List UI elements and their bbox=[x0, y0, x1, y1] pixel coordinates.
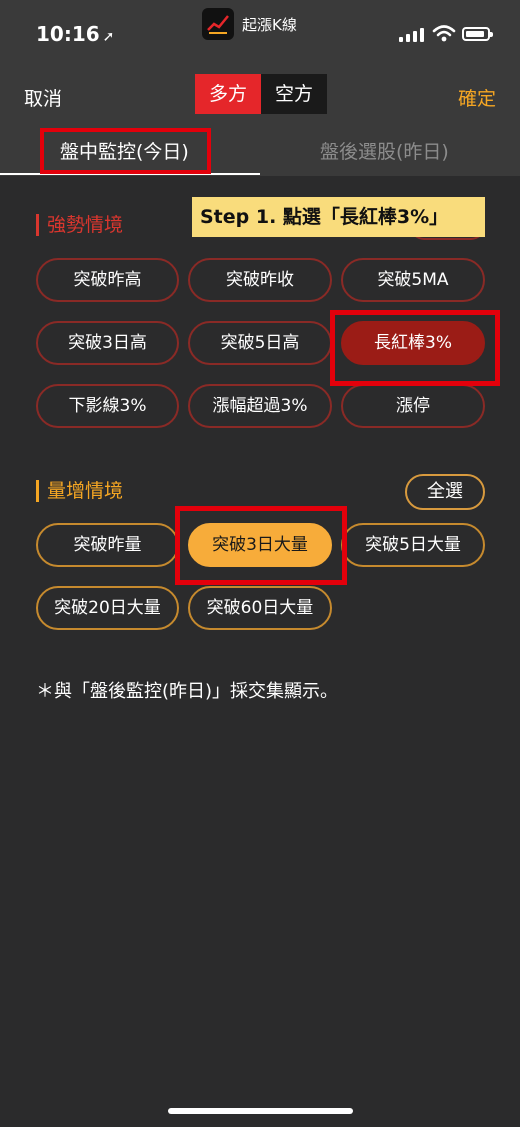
chip-break-5day-volume[interactable]: 突破5日大量 bbox=[341, 523, 485, 567]
cancel-button[interactable]: 取消 bbox=[24, 84, 62, 111]
chip-break-prev-high[interactable]: 突破昨高 bbox=[36, 258, 179, 302]
chip-limit-up[interactable]: 漲停 bbox=[341, 384, 485, 428]
app-indicator: 起漲K線 bbox=[202, 8, 297, 40]
signal-icon bbox=[399, 28, 424, 42]
segment-short[interactable]: 空方 bbox=[261, 74, 327, 114]
chip-break-20day-volume[interactable]: 突破20日大量 bbox=[36, 586, 179, 630]
battery-icon bbox=[462, 27, 493, 41]
confirm-button[interactable]: 確定 bbox=[458, 84, 496, 111]
chip-gain-over-3pct[interactable]: 漲幅超過3% bbox=[188, 384, 332, 428]
nav-bar: 取消 多方 空方 確定 bbox=[0, 70, 520, 124]
location-arrow-icon: ➚ bbox=[102, 29, 115, 45]
app-logo-icon bbox=[202, 8, 234, 40]
long-red-candle-highlight-box bbox=[330, 310, 500, 386]
tab-highlight-box bbox=[40, 128, 211, 174]
chip-break-3day-high[interactable]: 突破3日高 bbox=[36, 321, 179, 365]
home-indicator[interactable] bbox=[168, 1108, 353, 1114]
chip-break-prev-close[interactable]: 突破昨收 bbox=[188, 258, 332, 302]
clock-text: 10:16 bbox=[36, 22, 100, 46]
chip-break-60day-volume[interactable]: 突破60日大量 bbox=[188, 586, 332, 630]
select-all-button[interactable]: 全選 bbox=[405, 474, 485, 510]
status-time: 10:16 ➚ bbox=[36, 22, 114, 46]
tab-after-hours[interactable]: 盤後選股(昨日) bbox=[320, 137, 449, 164]
wifi-icon bbox=[432, 25, 456, 42]
segment-long[interactable]: 多方 bbox=[195, 74, 261, 114]
chip-break-5ma[interactable]: 突破5MA bbox=[341, 258, 485, 302]
long-short-segment: 多方 空方 bbox=[195, 74, 327, 114]
status-bar: 10:16 ➚ 起漲K線 bbox=[0, 0, 520, 70]
footnote: ＊與「盤後監控(昨日)」採交集顯示。 bbox=[36, 681, 339, 702]
3day-volume-highlight-box bbox=[175, 506, 347, 585]
chip-lower-shadow[interactable]: 下影線3% bbox=[36, 384, 179, 428]
chip-break-prev-volume[interactable]: 突破昨量 bbox=[36, 523, 179, 567]
tutorial-banner: Step 1. 點選「長紅棒3%」 bbox=[192, 197, 485, 237]
volume-section-title: 量增情境 bbox=[36, 480, 123, 502]
strong-section-title: 強勢情境 bbox=[36, 214, 123, 236]
chip-break-5day-high[interactable]: 突破5日高 bbox=[188, 321, 332, 365]
app-name: 起漲K線 bbox=[242, 16, 297, 34]
